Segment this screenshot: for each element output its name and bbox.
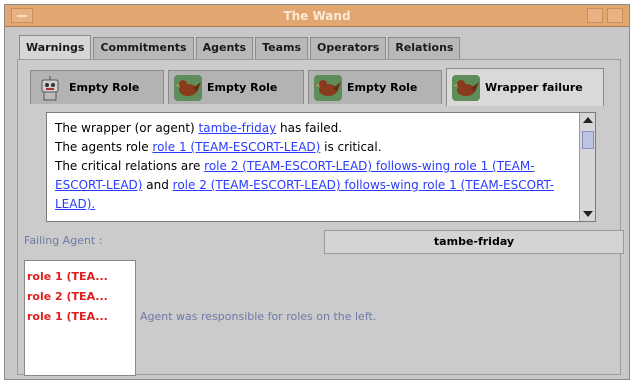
subtab-empty-role-3[interactable]: Empty Role [308,70,442,104]
scroll-thumb[interactable] [582,131,594,149]
tab-commitments[interactable]: Commitments [93,37,194,59]
tab-agents[interactable]: Agents [195,37,254,59]
message-text: The wrapper (or agent) [55,121,199,135]
message-text: and [142,178,173,192]
bird-icon [314,74,342,101]
warnings-panel: Empty Role Empty Role Empty Role Wrapper… [17,59,624,376]
tab-operators[interactable]: Operators [310,37,387,59]
role-list-item[interactable]: role 1 (TEA... [27,267,135,287]
robot-icon [41,75,59,100]
subtab-empty-role-2[interactable]: Empty Role [168,70,304,104]
subtab-label: Empty Role [347,81,418,94]
agent-link[interactable]: tambe-friday [199,121,277,135]
role-list-item[interactable]: role 2 (TEA... [27,287,135,307]
main-tabs: Warnings Commitments Agents Teams Operat… [19,35,461,59]
warning-message-box: The wrapper (or agent) tambe-friday has … [46,112,596,222]
subtab-empty-role-1[interactable]: Empty Role [30,70,164,104]
window-title: The Wand [283,9,351,23]
message-text: is critical. [320,140,382,154]
wand-window: The Wand Warnings Commitments Agents Tea… [4,4,630,380]
failing-agent-field: tambe-friday [324,230,624,254]
scroll-down-icon[interactable] [583,211,593,217]
message-line-3: The critical relations are role 2 (TEAM-… [55,157,569,214]
message-line-1: The wrapper (or agent) tambe-friday has … [55,119,569,138]
maximize-button[interactable] [607,8,623,23]
role-list: role 1 (TEA... role 2 (TEA... role 1 (TE… [24,260,136,376]
minimize-button[interactable] [587,8,603,23]
message-line-2: The agents role role 1 (TEAM-ESCORT-LEAD… [55,138,569,157]
tab-teams[interactable]: Teams [255,37,309,59]
subtab-label: Wrapper failure [485,81,583,94]
title-bar[interactable]: The Wand [5,5,629,27]
subtab-label: Empty Role [207,81,278,94]
message-text: The agents role [55,140,153,154]
role-list-item[interactable]: role 1 (TEA... [27,307,135,327]
bird-icon [174,74,202,101]
tab-relations[interactable]: Relations [388,37,461,59]
scroll-up-icon[interactable] [583,117,593,123]
tab-warnings[interactable]: Warnings [19,35,92,59]
responsibility-note: Agent was responsible for roles on the l… [140,310,377,323]
failing-agent-label: Failing Agent : [24,234,103,247]
role-link[interactable]: role 1 (TEAM-ESCORT-LEAD) [152,140,320,154]
bird-icon [452,74,480,101]
warning-subtabs: Empty Role Empty Role Empty Role Wrapper… [30,68,604,106]
subtab-wrapper-failure[interactable]: Wrapper failure [446,68,604,106]
message-scrollbar[interactable] [579,113,595,221]
subtab-label: Empty Role [69,81,140,94]
message-text: has failed. [276,121,343,135]
message-text: The critical relations are [55,159,205,173]
